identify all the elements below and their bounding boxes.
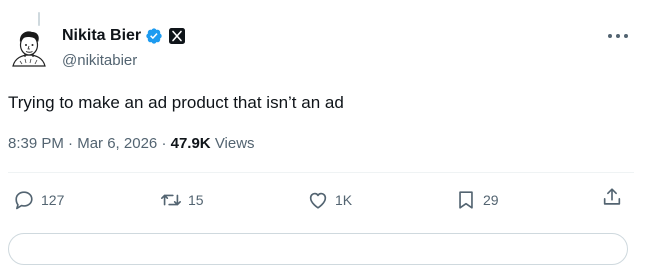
verified-badge-icon[interactable]	[145, 27, 163, 45]
meta-separator: ·	[161, 135, 167, 152]
like-count: 1K	[335, 192, 353, 208]
bookmark-count: 29	[483, 192, 499, 208]
heart-icon	[309, 192, 327, 209]
more-options-icon[interactable]	[606, 30, 630, 42]
tweet-time[interactable]: 8:39 PM	[8, 135, 64, 152]
reply-compose-box[interactable]	[8, 233, 628, 265]
views-label: Views	[214, 135, 255, 152]
reply-count: 127	[41, 192, 65, 208]
reply-button[interactable]: 127	[13, 186, 64, 214]
author-avatar[interactable]	[8, 25, 50, 67]
share-button[interactable]	[601, 186, 623, 208]
x-logo-icon[interactable]	[169, 28, 186, 44]
tweet-date[interactable]: Mar 6, 2026	[77, 135, 157, 152]
divider	[8, 172, 634, 173]
tweet-metadata: 8:39 PM · Mar 6, 2026 · 47.9K Views	[8, 134, 255, 154]
action-bar: 127 15 1K 29	[0, 186, 650, 214]
meta-separator: ·	[68, 135, 74, 152]
reply-icon	[15, 191, 33, 210]
share-icon	[603, 188, 621, 205]
repost-count: 15	[188, 192, 204, 208]
author-display-name[interactable]: Nikita Bier	[62, 26, 141, 46]
bookmark-icon	[459, 191, 473, 209]
author-handle[interactable]: @nikitabier	[62, 51, 137, 71]
bookmark-button[interactable]: 29	[455, 186, 499, 214]
like-button[interactable]: 1K	[307, 186, 352, 214]
author-name-row: Nikita Bier	[62, 26, 186, 46]
repost-icon	[161, 194, 181, 206]
repost-button[interactable]: 15	[160, 186, 204, 214]
avatar-illustration-icon	[12, 31, 46, 67]
tweet-text: Trying to make an ad product that isn’t …	[8, 93, 344, 112]
thread-connector-line	[38, 12, 40, 26]
views-count[interactable]: 47.9K	[171, 135, 211, 152]
